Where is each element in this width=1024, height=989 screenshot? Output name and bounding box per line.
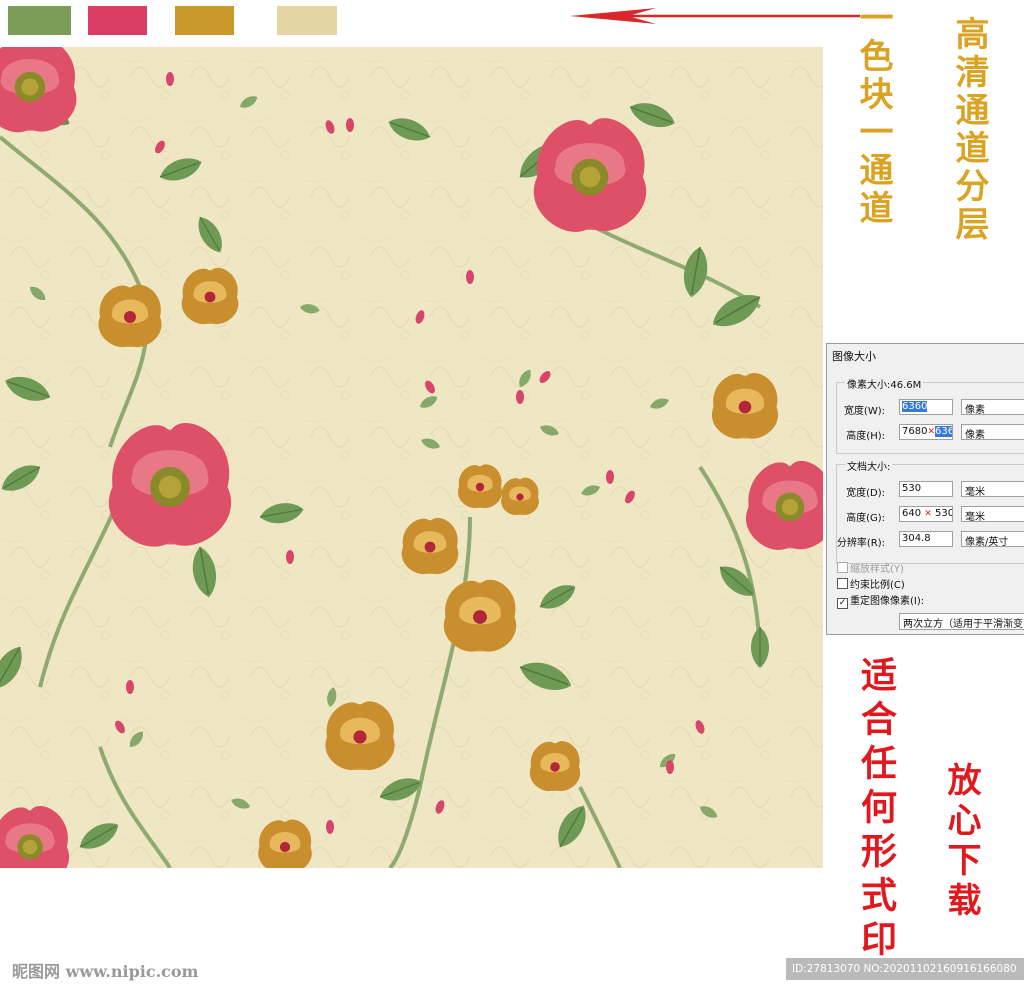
caption-channel-per-block: 一色块一通道 — [853, 0, 893, 228]
doc-width-input[interactable]: 530 — [899, 481, 953, 497]
resolution-label: 分辨率(R): — [836, 538, 885, 549]
doc-height-label: 高度(G): — [846, 513, 885, 524]
constrain-proportions-checkbox[interactable]: 约束比例(C) — [837, 576, 905, 591]
scale-styles-label: 缩放样式(Y) — [850, 564, 904, 575]
document-size-label: 文档大小: — [845, 458, 893, 473]
doc-width-unit-select[interactable]: 毫米 — [961, 481, 1024, 498]
pixel-width-unit-select[interactable]: 像素⌵ — [961, 399, 1024, 416]
pixel-height-input[interactable]: 7680✕6360 — [899, 424, 953, 440]
scale-styles-checkbox[interactable]: 缩放样式(Y) — [837, 560, 904, 575]
site-watermark: 昵图网 www.nipic.com — [12, 962, 199, 981]
floral-pattern-artwork — [0, 47, 823, 868]
image-size-dialog: 图像大小 像素大小:46.6M 宽度(W): 6360 像素⌵ 高度(H): 7… — [826, 343, 1024, 635]
swatch-gold — [175, 6, 234, 35]
document-size-group: 文档大小: 宽度(D): 530 毫米 高度(G): 640 ✕ 530 毫米 … — [836, 458, 1024, 564]
resample-label: 重定图像像素(I): — [850, 596, 925, 607]
resample-method-select[interactable]: 两次立方（适用于平滑渐变 — [899, 613, 1024, 630]
edit-mark-icon: ✕ — [924, 509, 932, 519]
red-arrow-icon — [570, 8, 860, 24]
id-watermark: ID:27813070 NO:20201102160916166080 — [786, 958, 1024, 980]
doc-width-label: 宽度(D): — [846, 488, 885, 499]
pixel-dimensions-group: 像素大小:46.6M 宽度(W): 6360 像素⌵ 高度(H): 7680✕6… — [836, 376, 1024, 454]
checkbox-box — [837, 562, 848, 573]
doc-height-input[interactable]: 640 ✕ 530 — [899, 506, 953, 522]
checkmark-icon: ✓ — [837, 598, 848, 609]
checkbox-box — [837, 578, 848, 589]
swatch-green — [8, 6, 71, 35]
edit-mark-icon: ✕ — [927, 427, 935, 437]
pixel-width-input[interactable]: 6360 — [899, 399, 953, 415]
pixel-height-unit-select[interactable]: 像素⌵ — [961, 424, 1024, 441]
constrain-label: 约束比例(C) — [850, 580, 905, 591]
resolution-unit-select[interactable]: 像素/英寸 — [961, 531, 1024, 548]
swatch-cream — [277, 6, 337, 35]
pixel-width-label: 宽度(W): — [843, 406, 885, 417]
caption-hd-channel-layers: 高清通道分层 — [949, 16, 989, 244]
pixel-dimensions-label: 像素大小:46.6M — [845, 376, 924, 391]
pixel-height-label: 高度(H): — [846, 431, 885, 442]
caption-any-print: 适合任何形式印 — [855, 656, 897, 964]
resample-checkbox[interactable]: ✓ 重定图像像素(I): — [837, 592, 925, 609]
resolution-input[interactable]: 304.8 — [899, 531, 953, 547]
doc-height-unit-select[interactable]: 毫米 — [961, 506, 1024, 523]
dialog-title: 图像大小 — [832, 350, 876, 363]
swatch-pink — [88, 6, 147, 35]
caption-safe-download: 放心下载 — [941, 762, 981, 922]
